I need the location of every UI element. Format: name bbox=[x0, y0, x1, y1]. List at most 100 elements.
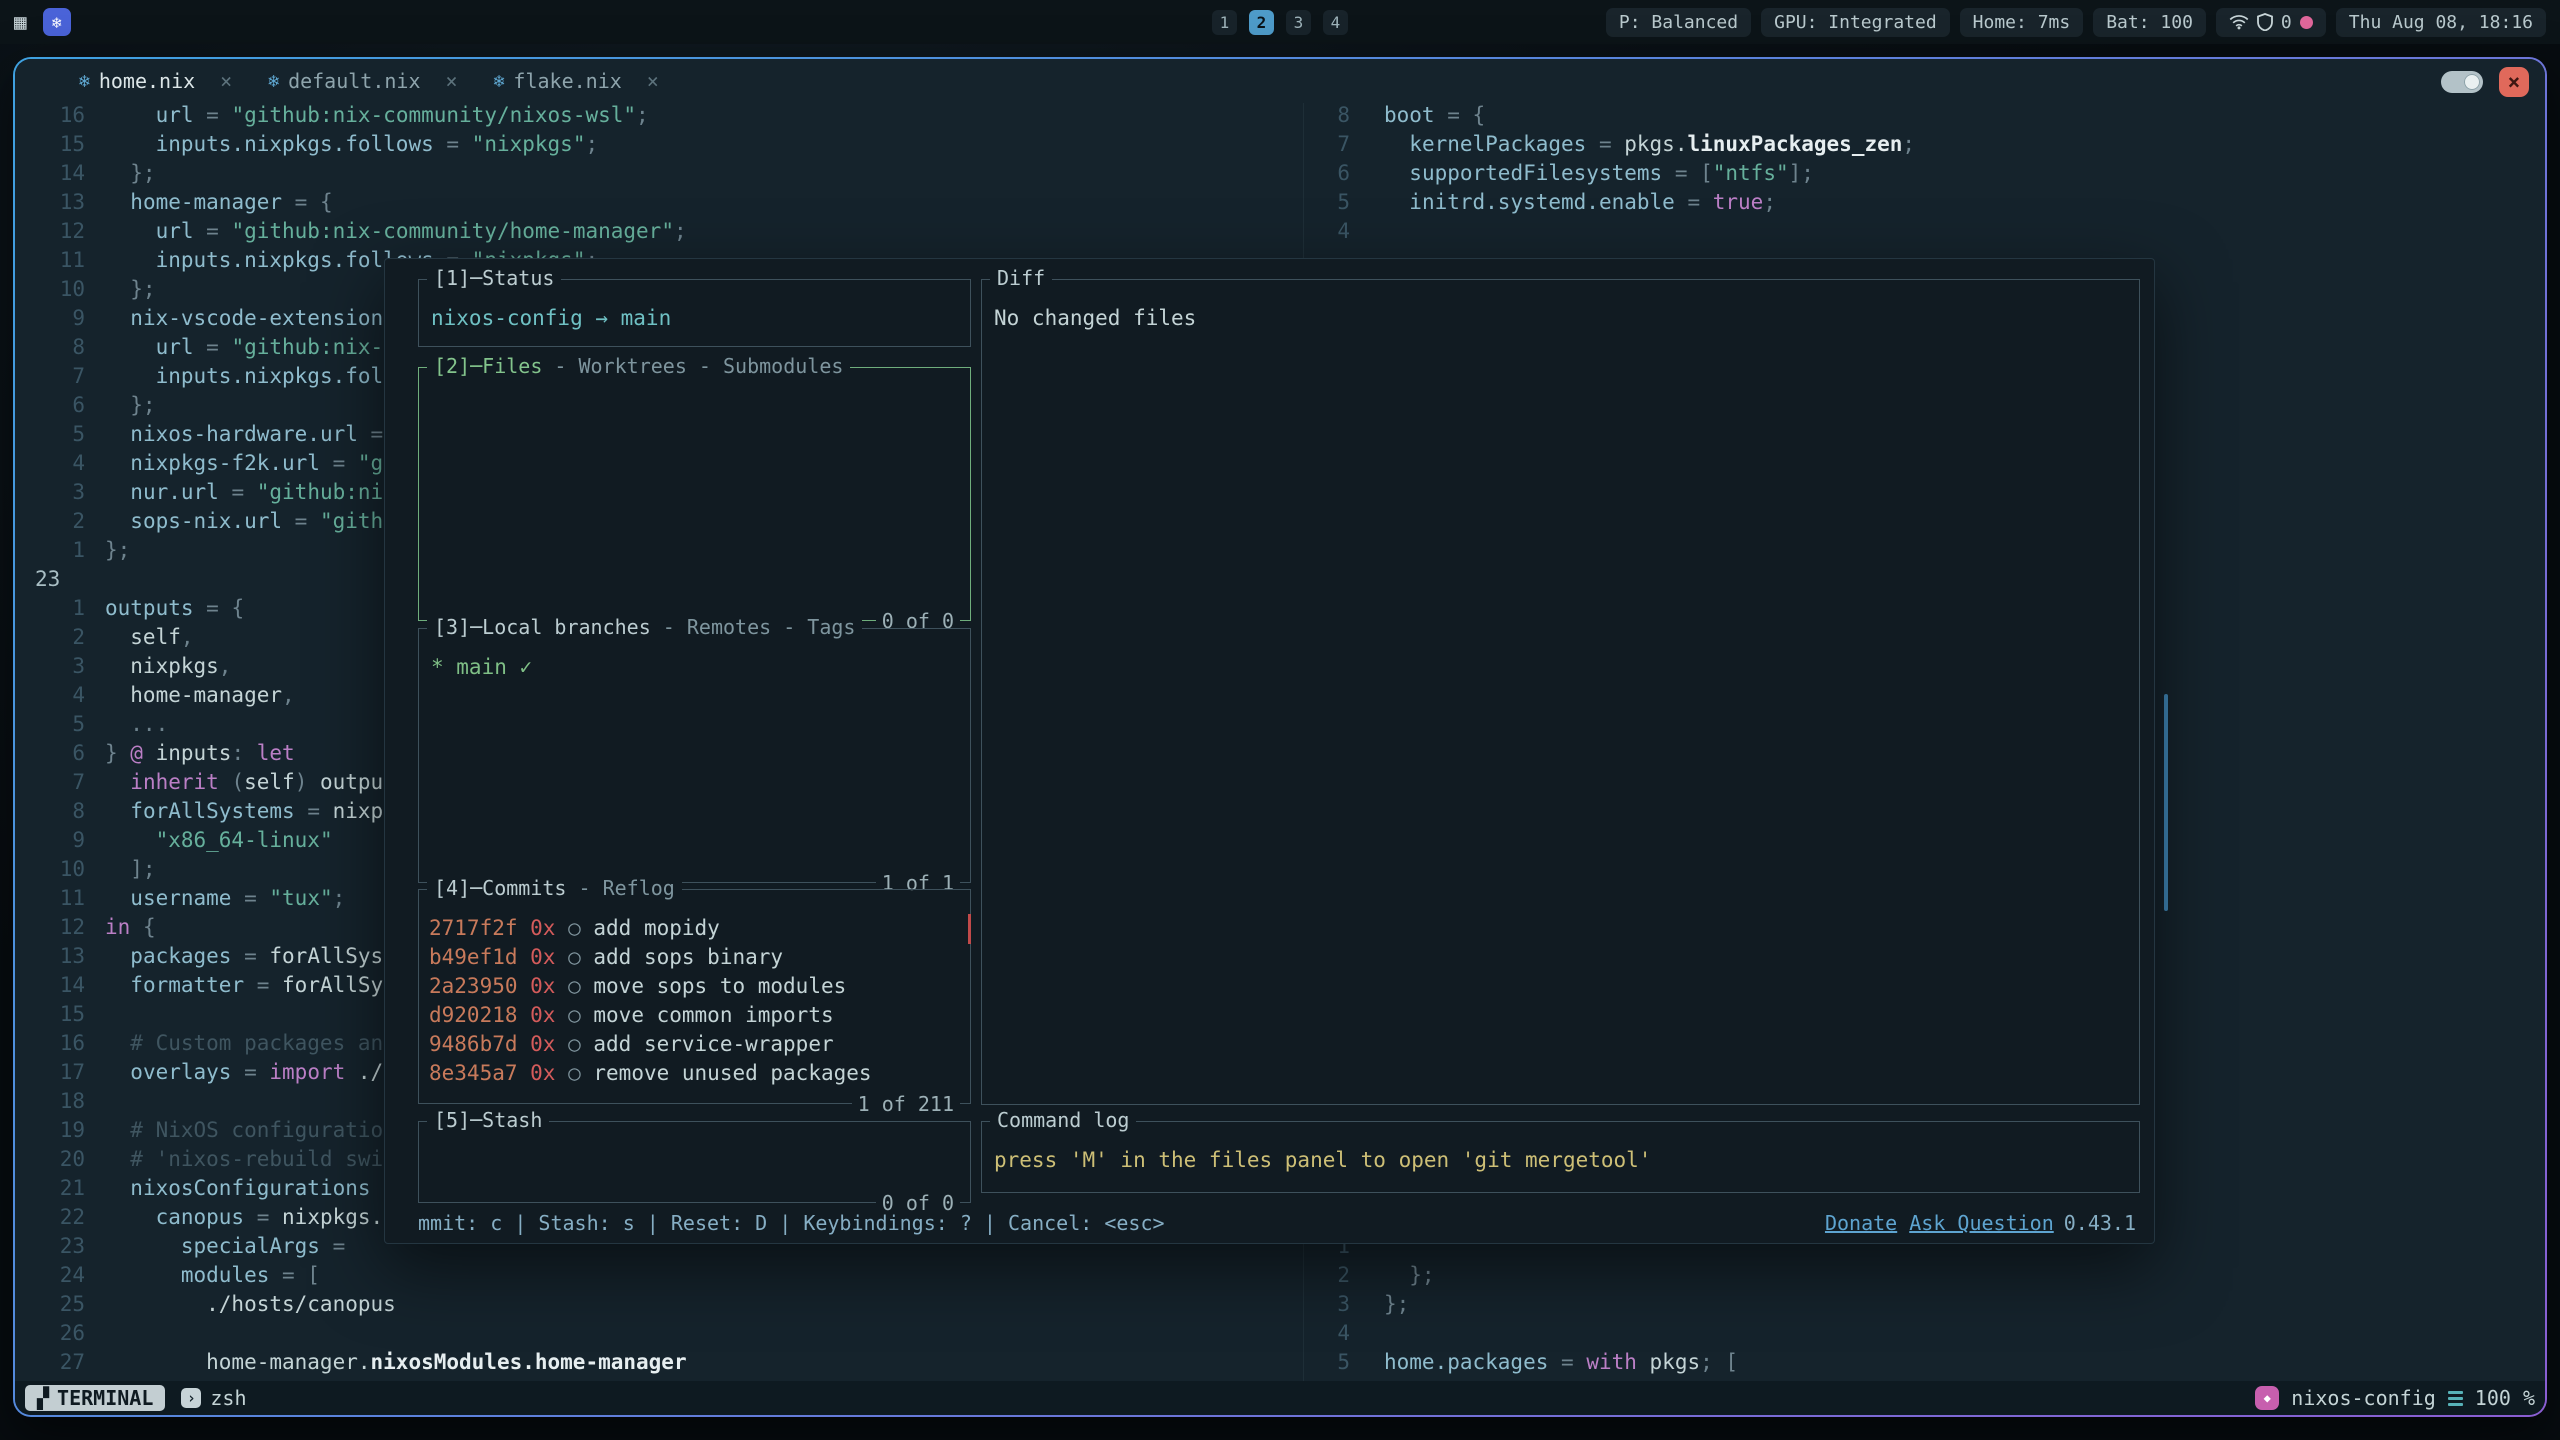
system-tray[interactable]: 0 bbox=[2216, 8, 2326, 37]
mode-icon: ▞ bbox=[37, 1386, 49, 1410]
code-line: 12 url = "github:nix-community/home-mana… bbox=[15, 217, 1302, 246]
shell-icon: › bbox=[181, 1388, 201, 1408]
tab-home-nix[interactable]: ❄ home.nix × bbox=[79, 69, 232, 93]
commit-row[interactable]: 2a23950 0x ○ move sops to modules bbox=[419, 972, 970, 1001]
nix-file-icon: ❄ bbox=[268, 71, 279, 92]
shield-count: 0 bbox=[2281, 12, 2292, 33]
lazygit-diff-panel[interactable]: Diff No changed files bbox=[981, 279, 2140, 1105]
commit-row[interactable]: 9486b7d 0x ○ add service-wrapper bbox=[419, 1030, 970, 1059]
nix-file-icon: ❄ bbox=[79, 71, 90, 92]
panel-title: Diff bbox=[997, 266, 1045, 290]
close-icon: × bbox=[2508, 70, 2521, 94]
lazygit-command-log-panel[interactable]: Command log press 'M' in the files panel… bbox=[981, 1121, 2140, 1193]
window-controls: × bbox=[2441, 67, 2529, 97]
donate-link[interactable]: Donate bbox=[1825, 1211, 1897, 1235]
tab-close-icon[interactable]: × bbox=[220, 69, 232, 93]
nix-icon: ❄ bbox=[52, 13, 62, 32]
nix-launcher-button[interactable]: ❄ bbox=[43, 8, 71, 36]
workspace-1-button[interactable]: 1 bbox=[1212, 10, 1237, 35]
commit-row[interactable]: 2717f2f 0x ○ add mopidy bbox=[419, 914, 970, 943]
workspace-2-button-active[interactable]: 2 bbox=[1249, 10, 1274, 35]
wifi-icon bbox=[2229, 14, 2249, 30]
workspace-switcher: 1 2 3 4 bbox=[1212, 10, 1348, 35]
tab-bar: ❄ home.nix × ❄ default.nix × ❄ flake.nix… bbox=[15, 59, 2545, 103]
mode-badge: ▞ TERMINAL bbox=[25, 1385, 165, 1411]
session-name: nixos-config bbox=[2291, 1386, 2436, 1410]
mode-label: TERMINAL bbox=[57, 1386, 153, 1410]
branch-item[interactable]: * main ✓ bbox=[431, 655, 970, 679]
commits-scrollbar[interactable] bbox=[968, 914, 971, 944]
code-line: 3}; bbox=[1304, 1290, 2545, 1319]
lazygit-files-panel[interactable]: [2]─Files - Worktrees - Submodules 0 of … bbox=[418, 367, 971, 621]
code-line: 24 modules = [ bbox=[15, 1261, 1302, 1290]
commit-row[interactable]: b49ef1d 0x ○ add sops binary bbox=[419, 943, 970, 972]
list-icon[interactable] bbox=[2448, 1391, 2463, 1406]
panel-tabs[interactable]: - Remotes - Tags bbox=[651, 615, 856, 639]
lazygit-branches-panel[interactable]: [3]─Local branches - Remotes - Tags * ma… bbox=[418, 628, 971, 883]
ask-question-link[interactable]: Ask Question bbox=[1909, 1211, 2054, 1235]
code-line: 8boot = { bbox=[1304, 101, 2545, 130]
tab-label: default.nix bbox=[288, 69, 420, 93]
lazygit-stash-panel[interactable]: [5]─Stash 0 of 0 bbox=[418, 1121, 971, 1203]
repo-icon-glyph: ◆ bbox=[2264, 1391, 2271, 1405]
panel-tabs[interactable]: - Worktrees - Submodules bbox=[542, 354, 843, 378]
network-latency-status: Home: 7ms bbox=[1960, 8, 2084, 37]
code-line: 14 }; bbox=[15, 159, 1302, 188]
toggle-knob-icon bbox=[2464, 74, 2480, 90]
repo-icon: ◆ bbox=[2255, 1386, 2279, 1410]
terminal-window: ❄ home.nix × ❄ default.nix × ❄ flake.nix… bbox=[15, 59, 2545, 1415]
tab-label: home.nix bbox=[99, 69, 195, 93]
code-line: 13 home-manager = { bbox=[15, 188, 1302, 217]
tab-label: flake.nix bbox=[513, 69, 621, 93]
topbar-right: P: Balanced GPU: Integrated Home: 7ms Ba… bbox=[1606, 8, 2546, 37]
lazygit-popup: [1]─Status nixos-config → main [2]─Files… bbox=[384, 258, 2155, 1244]
code-line: 15 inputs.nixpkgs.follows = "nixpkgs"; bbox=[15, 130, 1302, 159]
code-line: 16 url = "github:nix-community/nixos-wsl… bbox=[15, 101, 1302, 130]
repo-branch-status: nixos-config → main bbox=[431, 306, 970, 330]
shield-icon bbox=[2257, 13, 2273, 31]
clock: Thu Aug 08, 18:16 bbox=[2336, 8, 2546, 37]
code-line: 7 kernelPackages = pkgs.linuxPackages_ze… bbox=[1304, 130, 2545, 159]
lazygit-status-panel[interactable]: [1]─Status nixos-config → main bbox=[418, 279, 971, 347]
power-profile-status[interactable]: P: Balanced bbox=[1606, 8, 1751, 37]
gpu-status: GPU: Integrated bbox=[1761, 8, 1950, 37]
commit-list: 2717f2f 0x ○ add mopidyb49ef1d 0x ○ add … bbox=[419, 914, 970, 1088]
workspace-3-button[interactable]: 3 bbox=[1286, 10, 1311, 35]
battery-status: Bat: 100 bbox=[2093, 8, 2206, 37]
window-toggle[interactable] bbox=[2441, 71, 2483, 93]
shell-label: zsh bbox=[210, 1386, 246, 1410]
code-line: 4 bbox=[1304, 217, 2545, 246]
code-line: 5home.packages = with pkgs; [ bbox=[1304, 1348, 2545, 1377]
tab-close-icon[interactable]: × bbox=[446, 69, 458, 93]
panel-title: [5]─Stash bbox=[434, 1108, 542, 1132]
code-line: 2 }; bbox=[1304, 1261, 2545, 1290]
panel-tabs[interactable]: - Reflog bbox=[566, 876, 674, 900]
apps-grid-icon[interactable]: ▦ bbox=[14, 10, 27, 34]
tab-default-nix[interactable]: ❄ default.nix × bbox=[268, 69, 457, 93]
lazygit-footer-links: Donate Ask Question0.43.1 bbox=[1825, 1211, 2136, 1235]
window-close-button[interactable]: × bbox=[2499, 67, 2529, 97]
topbar-left: ▦ ❄ bbox=[14, 8, 71, 36]
active-window-border: ❄ home.nix × ❄ default.nix × ❄ flake.nix… bbox=[13, 57, 2547, 1417]
nix-file-icon: ❄ bbox=[494, 71, 505, 92]
workspace-4-button[interactable]: 4 bbox=[1323, 10, 1348, 35]
commit-row[interactable]: d920218 0x ○ move common imports bbox=[419, 1001, 970, 1030]
scrollbar-thumb[interactable] bbox=[2164, 694, 2168, 911]
tray-app-icon[interactable] bbox=[2300, 16, 2313, 29]
code-line: 26 bbox=[15, 1319, 1302, 1348]
tab-close-icon[interactable]: × bbox=[647, 69, 659, 93]
commits-count: 1 of 211 bbox=[852, 1092, 960, 1116]
tab-flake-nix[interactable]: ❄ flake.nix × bbox=[494, 69, 659, 93]
statusbar-right: ◆ nixos-config 100 % bbox=[2255, 1386, 2535, 1410]
code-line: 6 supportedFilesystems = ["ntfs"]; bbox=[1304, 159, 2545, 188]
commit-row[interactable]: 8e345a7 0x ○ remove unused packages bbox=[419, 1059, 970, 1088]
diff-content: No changed files bbox=[994, 306, 2139, 330]
code-line: 4 bbox=[1304, 1319, 2545, 1348]
code-line: 5 initrd.systemd.enable = true; bbox=[1304, 188, 2545, 217]
panel-title: Command log bbox=[997, 1108, 1129, 1132]
system-status-bar: ▦ ❄ 1 2 3 4 P: Balanced GPU: Integrated … bbox=[0, 0, 2560, 44]
lazygit-commits-panel[interactable]: [4]─Commits - Reflog 2717f2f 0x ○ add mo… bbox=[418, 889, 971, 1104]
panel-title: [2]─Files bbox=[434, 354, 542, 378]
code-line: 27 home-manager.nixosModules.home-manage… bbox=[15, 1348, 1302, 1377]
shell-tab[interactable]: › zsh bbox=[181, 1386, 246, 1410]
